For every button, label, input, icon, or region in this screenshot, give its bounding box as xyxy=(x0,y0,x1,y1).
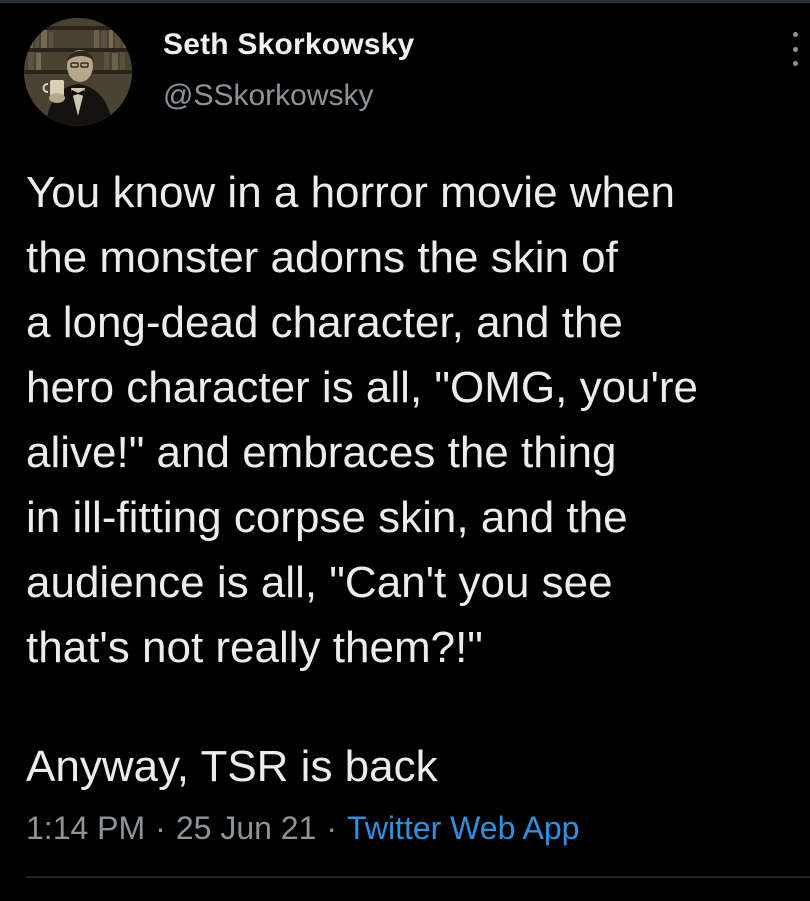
tweet-text-line: audience is all, "Can't you see xyxy=(26,558,613,607)
sepia-portrait-avatar xyxy=(24,18,132,126)
meta-separator: · xyxy=(326,810,338,846)
meta-separator: · xyxy=(155,810,166,846)
tweet-text: You know in a horror movie when the mons… xyxy=(26,160,796,680)
tweet-date[interactable]: 25 Jun 21 xyxy=(176,810,317,846)
tweet-text-line: alive!" and embraces the thing xyxy=(26,428,617,477)
author-avatar[interactable] xyxy=(24,18,132,126)
tweet-source-link[interactable]: Twitter Web App xyxy=(347,810,579,846)
bottom-divider xyxy=(26,876,810,878)
tweet-text-coda: Anyway, TSR is back xyxy=(26,742,438,791)
author-display-name[interactable]: Seth Skorkowsky xyxy=(163,28,414,62)
tweet-metadata: 1:14 PM · 25 Jun 21 · Twitter Web App xyxy=(26,810,579,847)
ellipsis-dot xyxy=(792,46,798,52)
tweet-card: Seth Skorkowsky @SSkorkowsky You know in… xyxy=(0,0,810,901)
tweet-text-line: a long-dead character, and the xyxy=(26,298,623,347)
vertical-ellipsis-icon[interactable] xyxy=(790,32,800,66)
ellipsis-dot xyxy=(792,61,798,66)
tweet-text-line: hero character is all, "OMG, you're xyxy=(26,363,699,412)
tweet-text-line: in ill-fitting corpse skin, and the xyxy=(26,493,628,542)
tweet-time[interactable]: 1:14 PM xyxy=(26,810,145,846)
tweet-text-line: You know in a horror movie when xyxy=(26,168,675,217)
author-handle[interactable]: @SSkorkowsky xyxy=(163,79,374,113)
tweet-text-line: the monster adorns the skin of xyxy=(26,233,618,282)
ellipsis-dot xyxy=(792,32,798,37)
tweet-text-line: that's not really them?!" xyxy=(26,623,483,672)
